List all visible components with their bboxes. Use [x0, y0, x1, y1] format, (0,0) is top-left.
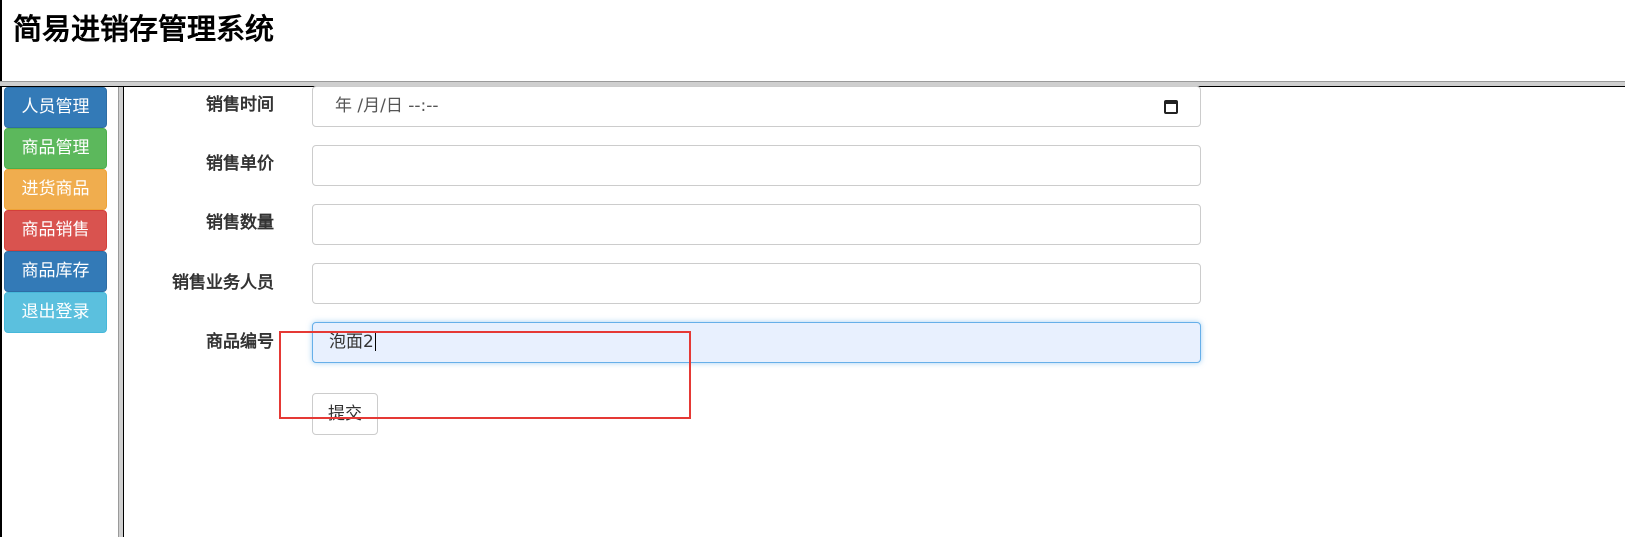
sidebar-item-sales[interactable]: 商品销售 — [4, 210, 107, 251]
salesperson-label: 销售业务人员 — [172, 273, 274, 293]
sidebar-item-purchase[interactable]: 进货商品 — [4, 169, 107, 210]
app-title: 简易进销存管理系统 — [13, 12, 275, 46]
annotation-highlight-box — [279, 331, 691, 419]
salesperson-input[interactable] — [312, 263, 1201, 304]
sidebar-item-personnel[interactable]: 人员管理 — [4, 87, 107, 128]
sidebar-item-logout[interactable]: 退出登录 — [4, 292, 107, 333]
quantity-input[interactable] — [312, 204, 1201, 245]
app-window: 简易进销存管理系统 人员管理 商品管理 进货商品 商品销售 商品库存 退出登录 … — [0, 0, 1625, 537]
quantity-label: 销售数量 — [206, 213, 274, 233]
calendar-icon[interactable] — [1164, 100, 1178, 114]
header-frame: 简易进销存管理系统 — [0, 0, 1625, 83]
sale-time-value: 年 /月/日 --:-- — [335, 96, 439, 116]
sidebar-frame: 人员管理 商品管理 进货商品 商品销售 商品库存 退出登录 — [0, 87, 120, 537]
sale-time-label: 销售时间 — [206, 95, 274, 115]
unit-price-input[interactable] — [312, 145, 1201, 186]
sidebar-item-products[interactable]: 商品管理 — [4, 128, 107, 169]
product-id-label: 商品编号 — [206, 332, 274, 352]
sales-form: 销售时间 年 /月/日 --:-- 销售单价 销售数量 销售业务人员 商品编号 … — [124, 86, 1625, 537]
sidebar-item-inventory[interactable]: 商品库存 — [4, 251, 107, 292]
unit-price-label: 销售单价 — [206, 154, 274, 174]
sale-time-input[interactable]: 年 /月/日 --:-- — [312, 86, 1201, 127]
